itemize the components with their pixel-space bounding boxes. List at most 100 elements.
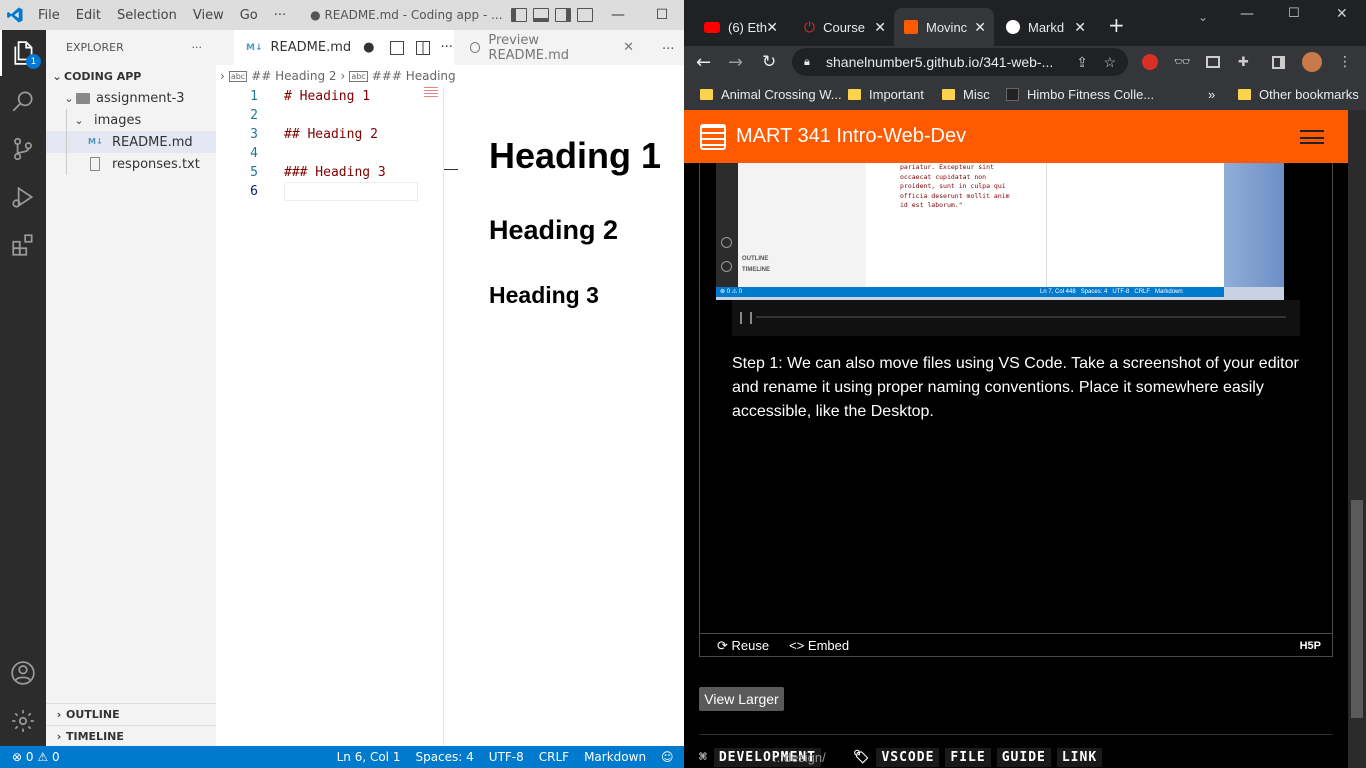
search-icon[interactable] [0,78,46,124]
minimap[interactable] [424,87,438,99]
bookmark-label: Himbo Fitness Colle... [1027,86,1155,102]
close-window-icon[interactable]: ✕ [1336,6,1348,22]
tree-item-readme[interactable]: M↓ README.md [46,131,216,153]
minimize-icon[interactable]: — [596,0,640,30]
toggle-sidebar-icon[interactable] [510,8,527,22]
line-ending[interactable]: CRLF [539,750,569,764]
bookmark-item[interactable]: Himbo Fitness Colle... [1006,78,1154,110]
embedded-screenshot[interactable]: OUTLINE TIMELINE pariatur. Excepteur sin… [716,163,1284,300]
explorer-title: EXPLORER [66,41,124,54]
tag-vscode[interactable]: VSCODE [876,747,940,767]
menu-view[interactable]: View [185,8,232,23]
slider-handle-icon[interactable] [740,312,752,324]
editor-divider[interactable] [443,87,444,746]
browser-tab-active[interactable]: Movinc ✕ [894,8,994,46]
menu-edit[interactable]: Edit [68,8,109,23]
tree-item-responses[interactable]: responses.txt [46,153,216,175]
new-tab-button[interactable]: + [1108,13,1125,37]
tag-guide[interactable]: GUIDE [996,747,1051,767]
shot-status-bar: ⊗ 0 ⚠ 0 Ln 7, Col 448 Spaces: 4 UTF-8 CR… [716,287,1224,297]
toggle-secondary-sidebar-icon[interactable] [554,8,571,22]
cast-icon[interactable] [1206,56,1220,68]
bookmark-item[interactable]: Animal Crossing W... [700,78,842,110]
minimize-icon[interactable]: — [1240,6,1254,22]
settings-gear-icon[interactable] [0,698,46,744]
h5p-logo[interactable]: H5P [1300,640,1321,652]
bookmark-item[interactable]: Other bookmarks [1238,78,1359,110]
timeline-section[interactable]: › TIMELINE [46,725,216,747]
extensions-icon[interactable] [0,222,46,268]
close-tab-icon[interactable]: ✕ [974,19,986,36]
code-editor[interactable]: 1 # Heading 1 2 3 ## Heading 2 4 5 ### Head… [216,87,444,746]
side-panel-icon[interactable] [1272,55,1285,69]
page-scrollbar[interactable] [1348,110,1366,768]
bookmarks-overflow[interactable]: » [1208,78,1215,110]
chrome-menu-icon[interactable]: ⋮ [1338,54,1352,70]
site-logo-icon[interactable] [700,123,726,150]
extension-hand-icon[interactable] [1142,54,1158,70]
back-icon[interactable]: ← [696,52,711,73]
tab-readme[interactable]: M↓ README.md ● ··· [234,30,454,65]
tag-link[interactable]: LINK [1056,747,1103,767]
tag-file[interactable]: FILE [945,747,991,767]
tree-item-label: images [94,112,142,128]
bookmark-item[interactable]: Important [848,78,924,110]
tab-preview[interactable]: Preview README.md ✕ [458,30,634,65]
source-control-icon[interactable] [0,126,46,172]
maximize-icon[interactable]: ☐ [1288,6,1300,21]
profile-avatar[interactable] [1302,52,1322,72]
close-icon[interactable]: ✕ [623,40,634,55]
customize-layout-icon[interactable] [576,8,593,22]
bookmark-star-icon[interactable]: ☆ [1103,54,1116,71]
more-actions-icon[interactable]: ··· [662,42,674,57]
encoding[interactable]: UTF-8 [489,750,524,764]
browser-tab[interactable]: ⏻ Course ✕ [794,8,894,46]
tree-item-images[interactable]: ⌄ images [46,109,216,131]
breadcrumb-item[interactable]: ### Heading 3 [372,69,467,83]
menu-go[interactable]: Go [232,8,266,23]
browser-tab[interactable]: Markd ✕ [996,8,1094,46]
close-tab-icon[interactable]: ✕ [874,19,886,36]
run-debug-icon[interactable] [0,174,46,220]
extensions-puzzle-icon[interactable]: ✚ [1238,55,1249,70]
workspace-root[interactable]: ⌄ CODING APP [46,65,216,87]
hamburger-menu-icon[interactable] [1300,129,1324,144]
outline-section[interactable]: › OUTLINE [46,703,216,725]
forward-icon[interactable]: → [728,52,743,73]
extension-glasses-icon[interactable]: 👓︎ [1174,55,1191,70]
menu-more[interactable]: ··· [266,8,294,23]
toggle-panel-icon[interactable] [532,8,549,22]
cursor-position[interactable]: Ln 6, Col 1 [337,750,401,764]
tree-item-assignment-3[interactable]: ⌄ assignment-3 [46,87,216,109]
close-tab-icon[interactable]: ✕ [1074,19,1086,36]
more-actions-icon[interactable]: ··· [440,40,452,55]
language-mode[interactable]: Markdown [584,750,646,764]
explorer-more-button[interactable]: ··· [192,41,203,54]
view-larger-button[interactable]: View Larger [699,687,784,711]
feedback-icon[interactable]: ☺ [661,750,674,764]
address-bar[interactable]: 🔒︎ shanelnumber5.github.io/341-web-... ⇪… [792,48,1128,76]
browser-tab[interactable]: (6) Eth ✕ [694,8,786,46]
split-editor-icon[interactable] [416,40,431,55]
scrollbar-thumb[interactable] [1351,500,1363,718]
reuse-button[interactable]: ⟳ Reuse [717,638,769,654]
site-title[interactable]: MART 341 Intro-Web-Dev [736,125,966,148]
reload-icon[interactable]: ↻ [762,52,776,72]
embed-button[interactable]: <> Embed [789,638,849,653]
bookmark-item[interactable]: Misc [942,78,990,110]
share-icon[interactable]: ⇪ [1076,54,1088,71]
indentation[interactable]: Spaces: 4 [415,750,473,764]
maximize-icon[interactable]: ☐ [640,0,684,30]
open-preview-icon[interactable] [390,40,405,55]
menu-file[interactable]: File [30,8,68,23]
accounts-icon[interactable] [0,650,46,696]
window-controls: — ☐ [596,0,684,30]
chevron-down-icon: ⌄ [64,91,74,105]
explorer-icon[interactable]: 1 [0,30,46,76]
close-tab-icon[interactable]: ✕ [766,19,778,36]
unsaved-dot-icon[interactable]: ● [363,40,374,55]
breadcrumb-item[interactable]: ## Heading 2 [251,69,336,83]
tab-search-icon[interactable]: ⌄ [1198,10,1208,24]
menu-selection[interactable]: Selection [109,8,185,23]
problems-indicator[interactable]: ⊗ 0 ⚠ 0 [12,750,60,764]
